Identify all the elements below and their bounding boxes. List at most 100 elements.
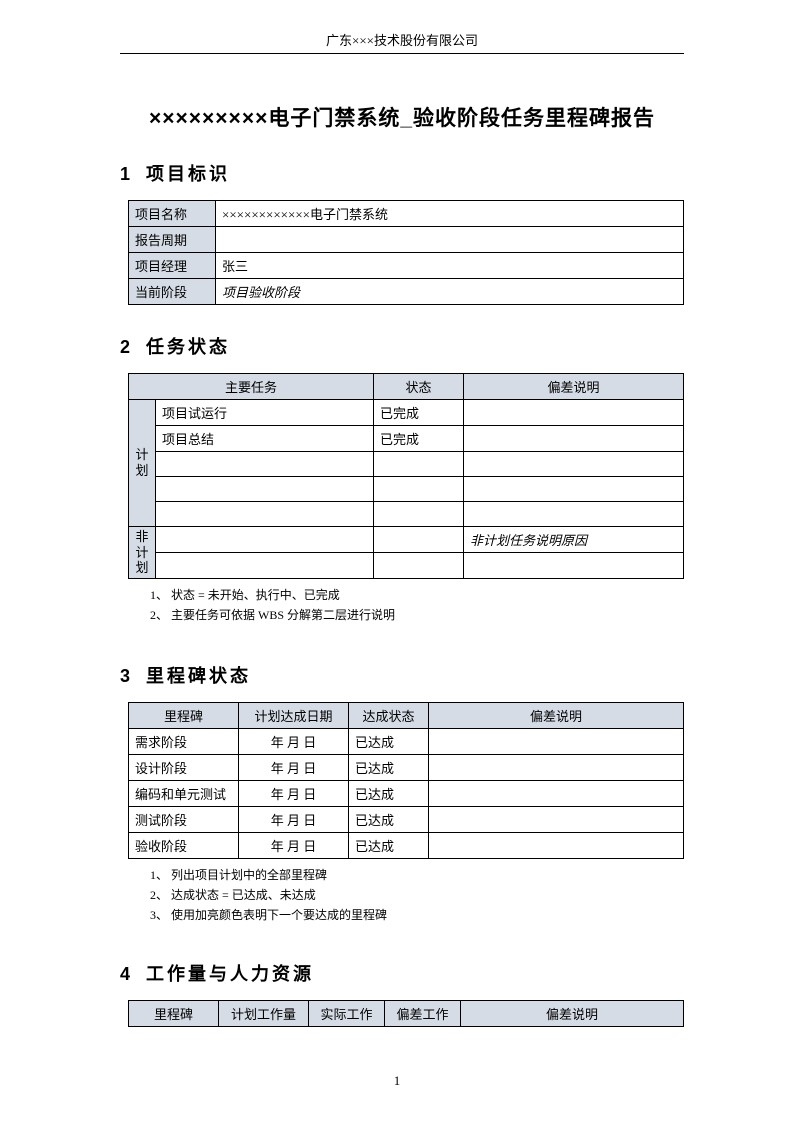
table-row: 项目名称 ××××××××××××电子门禁系统 [129,201,684,227]
section-3-heading: 3里程碑状态 [120,662,684,688]
col-header: 偏差说明 [464,374,684,400]
task-cell: 项目总结 [156,426,374,452]
document-title: ×××××××××电子门禁系统_验收阶段任务里程碑报告 [120,102,684,132]
table-row: 验收阶段 年 月 日 已达成 [129,832,684,858]
table-row: 项目总结 已完成 [129,426,684,452]
section-4-heading: 4工作量与人力资源 [120,960,684,986]
section-num: 4 [120,964,146,985]
dev-cell [464,502,684,527]
label-cell: 项目名称 [129,201,216,227]
dev-cell [429,806,684,832]
col-header: 里程碑 [129,702,239,728]
section-text: 工作量与人力资源 [146,964,314,984]
side-label-plan: 计划 [129,400,156,527]
task-cell [156,502,374,527]
col-header: 达成状态 [349,702,429,728]
dev-cell [464,477,684,502]
status-cell: 已达成 [349,728,429,754]
value-cell: 张三 [216,253,684,279]
note-line: 3、 使用加亮颜色表明下一个要达成的里程碑 [150,905,684,925]
status-cell [374,452,464,477]
company-header: 广东×××技术股份有限公司 [120,30,684,54]
side-label-nonplan: 非计划 [129,527,156,579]
task-cell: 项目试运行 [156,400,374,426]
task-cell [156,477,374,502]
project-id-table: 项目名称 ××××××××××××电子门禁系统 报告周期 项目经理 张三 当前阶… [128,200,684,305]
page-number: 1 [0,1073,794,1089]
label-cell: 当前阶段 [129,279,216,305]
dev-cell [464,452,684,477]
ms-cell: 测试阶段 [129,806,239,832]
table-row: 当前阶段 项目验收阶段 [129,279,684,305]
dev-cell [429,754,684,780]
section-1-heading: 1项目标识 [120,160,684,186]
section-2-notes: 1、 状态 = 未开始、执行中、已完成 2、 主要任务可依据 WBS 分解第二层… [150,585,684,626]
col-header: 计划达成日期 [239,702,349,728]
table-row: 设计阶段 年 月 日 已达成 [129,754,684,780]
table-row: 非计划 非计划任务说明原因 [129,527,684,553]
col-header: 偏差说明 [461,1000,684,1026]
dev-cell [429,780,684,806]
col-header: 计划工作量 [219,1000,309,1026]
section-text: 里程碑状态 [146,666,251,686]
dev-cell [464,400,684,426]
col-header: 实际工作 [309,1000,385,1026]
note-line: 1、 列出项目计划中的全部里程碑 [150,865,684,885]
section-2-heading: 2任务状态 [120,333,684,359]
note-line: 2、 主要任务可依据 WBS 分解第二层进行说明 [150,605,684,625]
dev-cell [464,426,684,452]
ms-cell: 验收阶段 [129,832,239,858]
section-num: 2 [120,337,146,358]
ms-cell: 需求阶段 [129,728,239,754]
dev-cell: 非计划任务说明原因 [464,527,684,553]
col-header: 里程碑 [129,1000,219,1026]
table-row: 需求阶段 年 月 日 已达成 [129,728,684,754]
section-text: 项目标识 [146,164,230,184]
table-row [129,452,684,477]
task-cell [156,527,374,553]
table-row: 计划 项目试运行 已完成 [129,400,684,426]
section-num: 1 [120,164,146,185]
task-cell [156,452,374,477]
status-cell [374,553,464,578]
table-row [129,477,684,502]
table-row [129,553,684,578]
status-cell [374,502,464,527]
date-cell: 年 月 日 [239,806,349,832]
dev-cell [429,832,684,858]
section-text: 任务状态 [146,337,230,357]
status-cell: 已达成 [349,754,429,780]
dev-cell [464,553,684,578]
status-cell: 已达成 [349,780,429,806]
date-cell: 年 月 日 [239,728,349,754]
ms-cell: 编码和单元测试 [129,780,239,806]
status-cell [374,527,464,553]
note-line: 2、 达成状态 = 已达成、未达成 [150,885,684,905]
table-header-row: 主要任务 状态 偏差说明 [129,374,684,400]
note-line: 1、 状态 = 未开始、执行中、已完成 [150,585,684,605]
table-header-row: 里程碑 计划达成日期 达成状态 偏差说明 [129,702,684,728]
table-row: 项目经理 张三 [129,253,684,279]
table-row [129,502,684,527]
table-row: 测试阶段 年 月 日 已达成 [129,806,684,832]
date-cell: 年 月 日 [239,754,349,780]
value-cell [216,227,684,253]
status-cell: 已完成 [374,426,464,452]
date-cell: 年 月 日 [239,780,349,806]
status-cell: 已达成 [349,832,429,858]
status-cell [374,477,464,502]
label-cell: 项目经理 [129,253,216,279]
col-header: 偏差说明 [429,702,684,728]
status-cell: 已完成 [374,400,464,426]
dev-cell [429,728,684,754]
date-cell: 年 月 日 [239,832,349,858]
col-header: 状态 [374,374,464,400]
section-num: 3 [120,666,146,687]
section-3-notes: 1、 列出项目计划中的全部里程碑 2、 达成状态 = 已达成、未达成 3、 使用… [150,865,684,926]
table-row: 报告周期 [129,227,684,253]
milestone-status-table: 里程碑 计划达成日期 达成状态 偏差说明 需求阶段 年 月 日 已达成 设计阶段… [128,702,684,859]
value-cell: 项目验收阶段 [216,279,684,305]
status-cell: 已达成 [349,806,429,832]
workload-table: 里程碑 计划工作量 实际工作 偏差工作 偏差说明 [128,1000,684,1027]
value-cell: ××××××××××××电子门禁系统 [216,201,684,227]
